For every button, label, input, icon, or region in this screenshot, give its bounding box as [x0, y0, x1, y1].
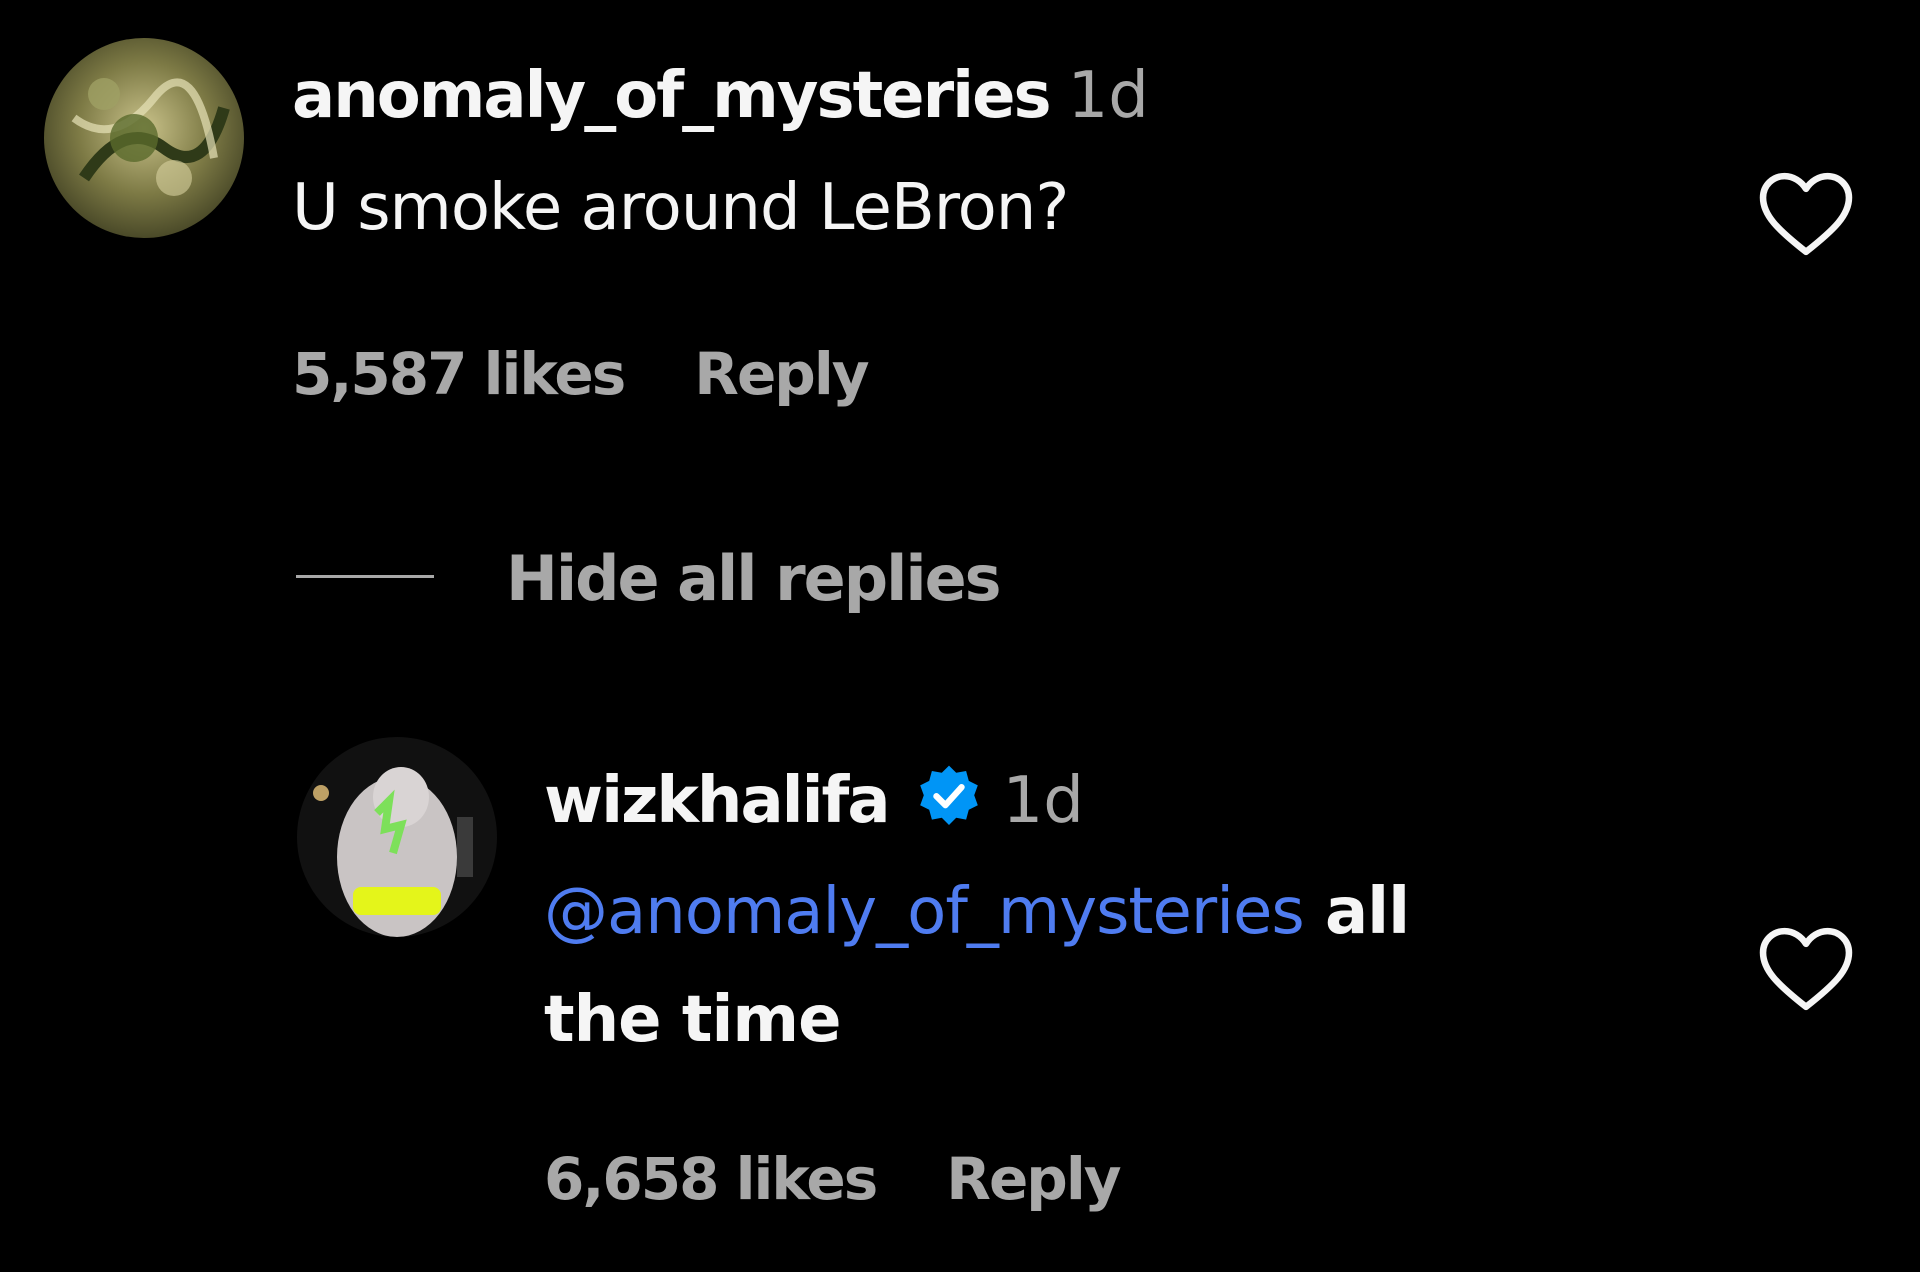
reply-username[interactable]: wizkhalifa [544, 764, 891, 838]
reply-mention-link[interactable]: @anomaly_of_mysteries [544, 875, 1305, 949]
comment-likes-count[interactable]: 5,587 likes [292, 340, 626, 408]
comment-timestamp: 1d [1067, 59, 1149, 133]
comment-header: anomaly_of_mysteries 1d [292, 64, 1149, 128]
replies-divider-line [296, 575, 434, 578]
reply-text-after-mention: all [1324, 875, 1410, 949]
heart-icon[interactable] [1756, 925, 1856, 1015]
reply-likes-count[interactable]: 6,658 likes [544, 1145, 878, 1213]
comment-reply-button[interactable]: Reply [694, 340, 869, 408]
reply-reply-button[interactable]: Reply [946, 1145, 1121, 1213]
reply-header: wizkhalifa 1d [544, 762, 1084, 834]
reply-text-line-1: @anomaly_of_mysteries all [544, 880, 1410, 944]
replier-avatar-image [297, 737, 497, 937]
commenter-avatar[interactable] [44, 38, 244, 238]
reply-meta: 6,658 likes Reply [544, 1150, 1122, 1208]
commenter-avatar-image [44, 38, 244, 238]
heart-icon[interactable] [1756, 170, 1856, 260]
comment-text: U smoke around LeBron? [292, 171, 1069, 245]
verified-badge-icon [913, 762, 985, 834]
comment-username[interactable]: anomaly_of_mysteries [292, 59, 1052, 133]
reply-timestamp: 1d [1002, 764, 1084, 838]
hide-replies-button[interactable]: Hide all replies [506, 548, 1002, 610]
replier-avatar[interactable] [297, 737, 497, 937]
reply-text-line-2: the time [544, 983, 841, 1057]
comment-meta: 5,587 likes Reply [292, 345, 870, 403]
